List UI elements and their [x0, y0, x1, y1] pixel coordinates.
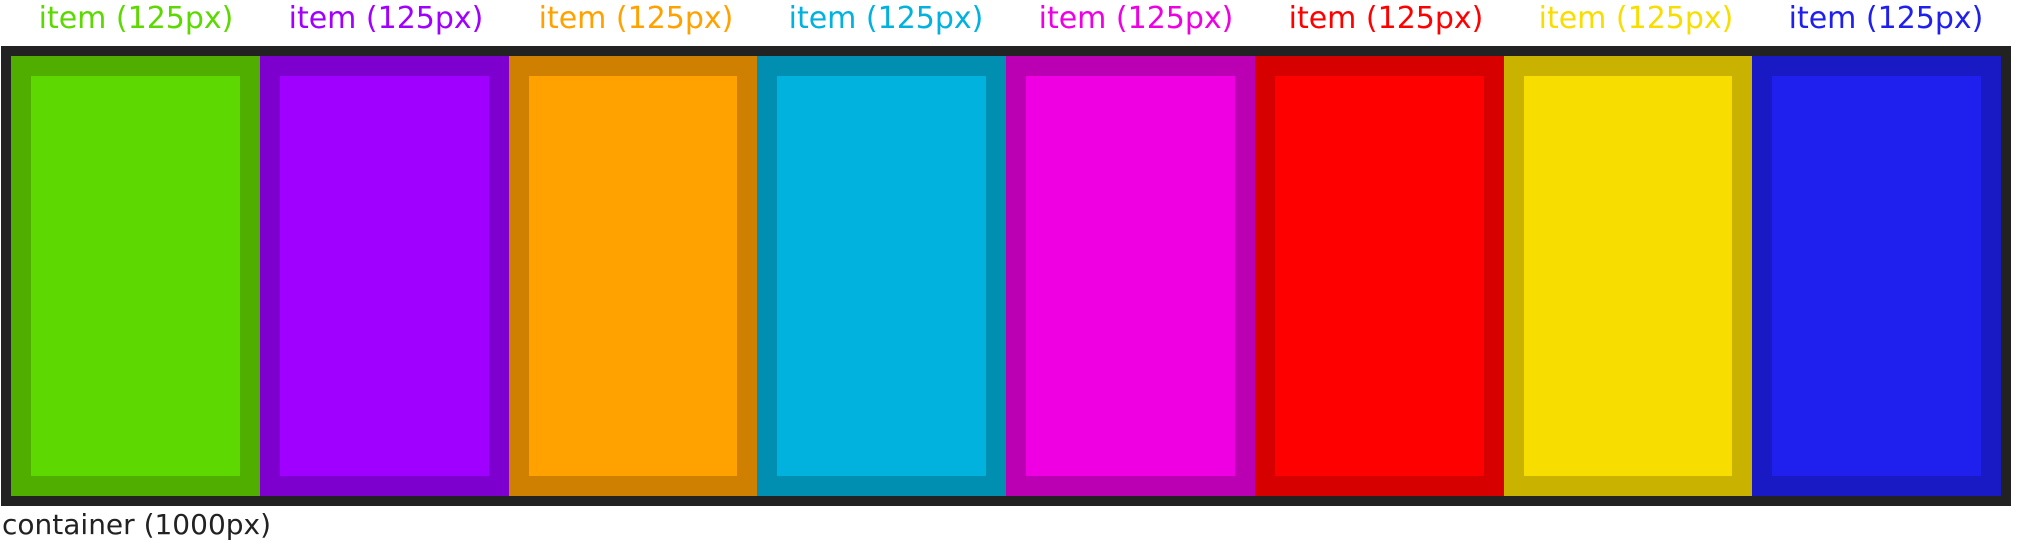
- flex-item: [757, 56, 1006, 496]
- flex-item: [259, 56, 509, 496]
- container-box: [1, 46, 2011, 506]
- item-label: item (125px): [788, 1, 984, 36]
- flex-item: [1752, 56, 2001, 496]
- item-label: item (125px): [1288, 1, 1484, 36]
- item-label: item (125px): [1038, 1, 1234, 36]
- item-label: item (125px): [38, 1, 234, 36]
- flex-item: [1006, 56, 1255, 496]
- flex-item: [11, 56, 260, 496]
- container-label: container (1000px): [2, 508, 272, 541]
- flex-item: [1503, 56, 1753, 496]
- item-label: item (125px): [1538, 1, 1734, 36]
- item-labels-row: item (125px) item (125px) item (125px) item…: [11, 0, 2011, 46]
- item-label: item (125px): [288, 1, 484, 36]
- item-label: item (125px): [1788, 1, 1984, 36]
- flex-item: [1254, 56, 1504, 496]
- flex-item: [508, 56, 758, 496]
- item-label: item (125px): [538, 1, 734, 36]
